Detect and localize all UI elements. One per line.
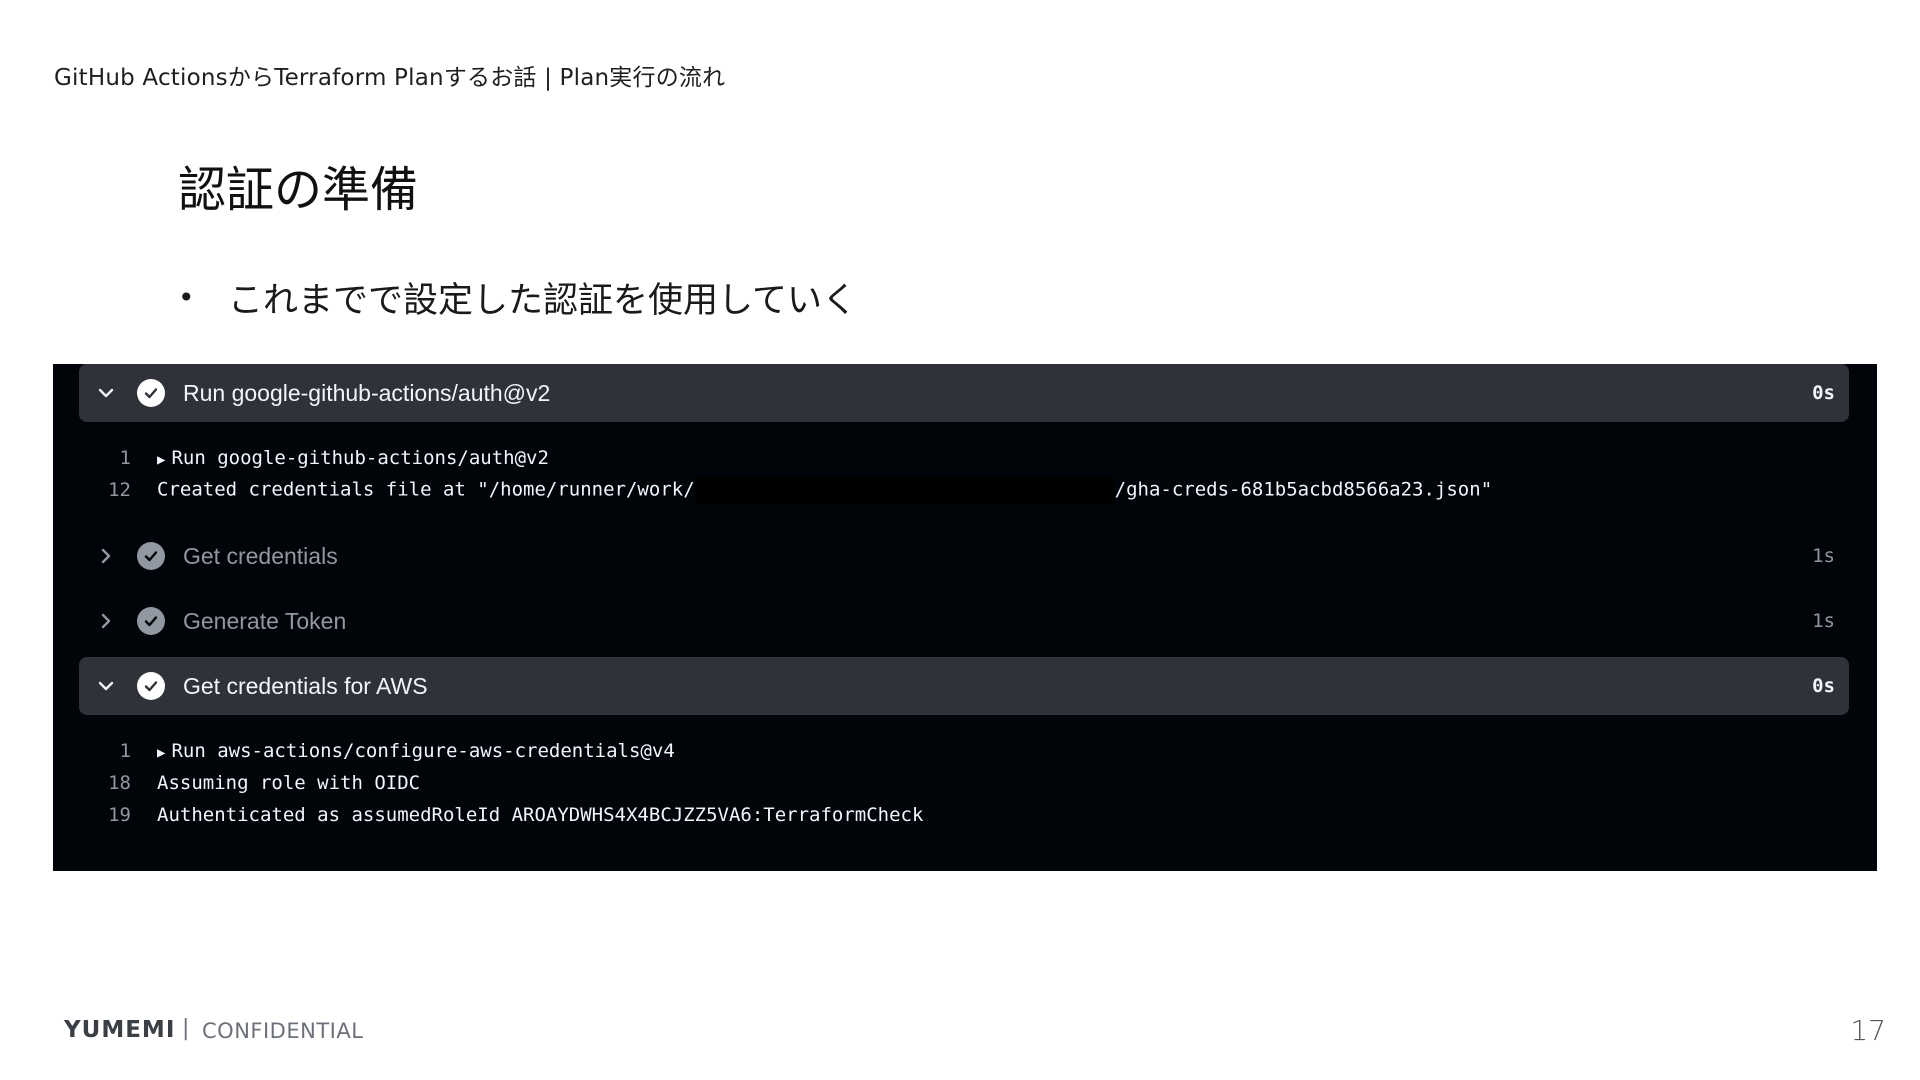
step-header-aws-credentials[interactable]: Get credentials for AWS 0s — [79, 657, 1849, 715]
line-number[interactable]: 12 — [53, 479, 157, 501]
log-text: Authenticated as assumedRoleId AROAYDWHS… — [157, 804, 924, 826]
log-text: Assuming role with OIDC — [157, 772, 421, 794]
step-duration: 0s — [1812, 675, 1835, 697]
redacted-block — [694, 477, 1115, 503]
chevron-down-icon[interactable] — [93, 380, 119, 406]
log-text: Created credentials file at "/home/runne… — [157, 478, 695, 501]
step-duration: 1s — [1812, 610, 1835, 632]
chevron-right-icon[interactable] — [93, 608, 119, 634]
bullet-list: • これまでで設定した認証を使用していく — [178, 272, 857, 323]
step-log-lines: 1 ▶ Run google-github-actions/auth@v2 12 … — [53, 442, 1877, 506]
log-line[interactable]: 1 ▶ Run google-github-actions/auth@v2 — [53, 442, 1877, 474]
step-header-get-credentials[interactable]: Get credentials 1s — [79, 527, 1849, 585]
step-header-google-auth[interactable]: Run google-github-actions/auth@v2 0s — [79, 364, 1849, 422]
expand-triangle-icon[interactable]: ▶ — [157, 745, 165, 761]
log-line[interactable]: 12 Created credentials file at "/home/ru… — [53, 474, 1877, 506]
bullet-item: • これまでで設定した認証を使用していく — [178, 272, 857, 323]
footer-separator: | — [182, 1016, 190, 1041]
bullet-text: これまでで設定した認証を使用していく — [228, 281, 857, 321]
line-number[interactable]: 18 — [53, 772, 157, 794]
step-title: Generate Token — [183, 607, 347, 634]
check-circle-icon — [137, 542, 165, 570]
step-header-generate-token[interactable]: Generate Token 1s — [79, 592, 1849, 650]
step-title: Get credentials for AWS — [183, 672, 428, 699]
confidential-label: CONFIDENTIAL — [202, 1019, 364, 1043]
bullet-dot-icon: • — [178, 281, 195, 314]
check-circle-icon — [137, 379, 165, 407]
log-text: Run aws-actions/configure-aws-credential… — [171, 740, 675, 762]
log-line[interactable]: 19 Authenticated as assumedRoleId AROAYD… — [53, 799, 1877, 831]
step-duration: 1s — [1812, 545, 1835, 567]
check-circle-icon — [137, 672, 165, 700]
line-number[interactable]: 1 — [53, 740, 157, 762]
expand-triangle-icon[interactable]: ▶ — [157, 452, 165, 468]
step-duration: 0s — [1812, 382, 1835, 404]
step-title: Get credentials — [183, 542, 338, 569]
step-title: Run google-github-actions/auth@v2 — [183, 379, 551, 406]
workflow-log-panel: Run google-github-actions/auth@v2 0s 1 ▶… — [53, 364, 1877, 871]
line-number[interactable]: 1 — [53, 447, 157, 469]
log-text: Run google-github-actions/auth@v2 — [171, 447, 549, 469]
chevron-right-icon[interactable] — [93, 543, 119, 569]
log-line[interactable]: 18 Assuming role with OIDC — [53, 767, 1877, 799]
breadcrumb: GitHub ActionsからTerraform Planするお話 | Pla… — [54, 65, 726, 91]
check-circle-icon — [137, 607, 165, 635]
line-number[interactable]: 19 — [53, 804, 157, 826]
company-logo: YUMEMI — [64, 1017, 176, 1043]
log-text: /gha-creds-681b5acbd8566a23.json" — [1114, 478, 1493, 501]
page-title: 認証の準備 — [178, 162, 419, 218]
chevron-down-icon[interactable] — [93, 673, 119, 699]
log-line[interactable]: 1 ▶ Run aws-actions/configure-aws-credent… — [53, 735, 1877, 767]
step-log-lines: 1 ▶ Run aws-actions/configure-aws-credent… — [53, 735, 1877, 831]
page-number: 17 — [1850, 1014, 1886, 1047]
